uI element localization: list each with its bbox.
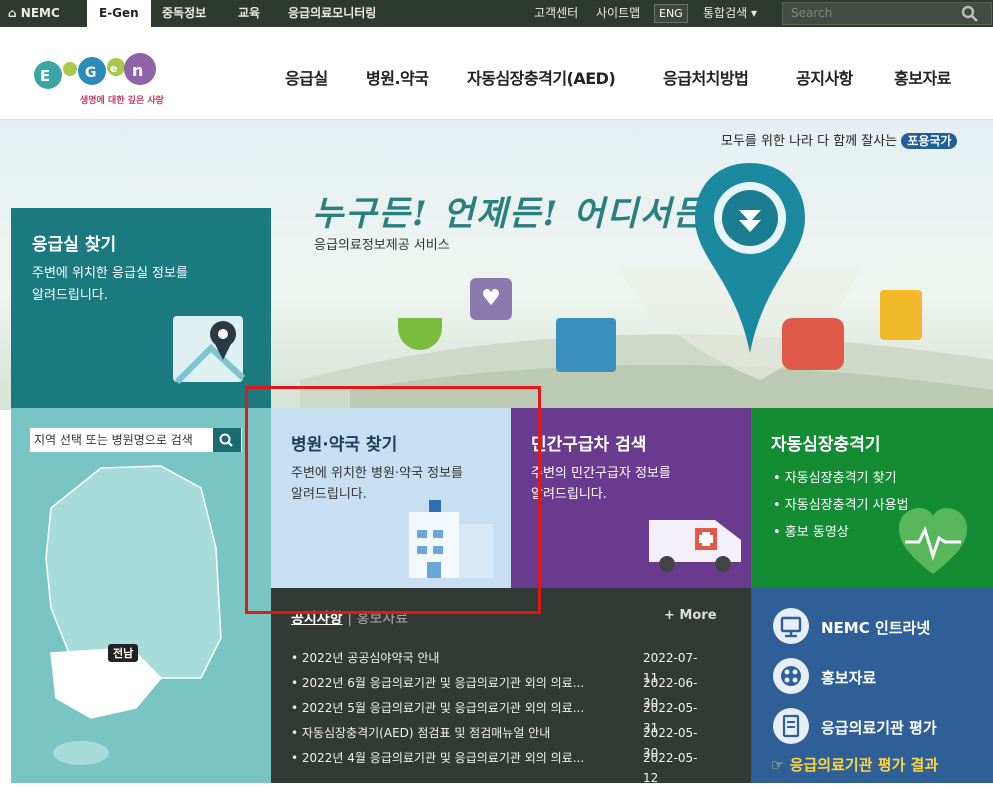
notice-title: • 2022년 6월 응급의료기관 및 응급의료기관 외의 의료... bbox=[291, 676, 585, 690]
region-map-panel: 지역 선택 또는 병원명으로 검색 전남 bbox=[11, 408, 271, 783]
svg-text:e: e bbox=[110, 62, 117, 75]
search-placeholder: Search bbox=[791, 6, 833, 20]
svg-text:n: n bbox=[132, 61, 143, 80]
ambulance-title: 민간구급차 검색 bbox=[531, 435, 647, 455]
notice-date: 2022-05-12 bbox=[643, 751, 698, 785]
nav-aed[interactable]: 자동심장충격기(AED) bbox=[467, 65, 616, 89]
svg-text:E: E bbox=[40, 67, 50, 85]
site-logo[interactable]: E G e n 생명에 대한 깊은 사랑 bbox=[30, 41, 170, 111]
ambulance-desc-line2: 알려드립니다. bbox=[531, 487, 607, 502]
hero-headline: 누구든! 언제든! 어디서든! bbox=[312, 194, 724, 234]
ambulance-desc-line1: 주변의 민간구급자 정보를 bbox=[531, 466, 671, 481]
notice-title: • 2022년 5월 응급의료기관 및 응급의료기관 외의 의료... bbox=[291, 701, 585, 715]
notice-row[interactable]: • 2022년 4월 응급의료기관 및 응급의료기관 외의 의료... 2022-… bbox=[291, 748, 711, 785]
chevron-down-icon: ▾ bbox=[751, 6, 758, 20]
english-link[interactable]: ENG bbox=[654, 4, 688, 23]
er-desc-line2: 알려드립니다. bbox=[32, 288, 108, 303]
clinic-icon bbox=[880, 290, 922, 340]
aed-howto-link[interactable]: • 자동심장충격기 사용법 bbox=[773, 492, 909, 519]
nemc-label: NEMC bbox=[20, 6, 60, 20]
aed-title: 자동심장충격기 bbox=[771, 435, 881, 455]
notice-title: • 2022년 공공심야약국 안내 bbox=[291, 651, 440, 665]
svg-text:G: G bbox=[85, 65, 97, 81]
top-search-input[interactable]: Search bbox=[782, 2, 992, 25]
er-evaluation-link[interactable]: 응급의료기관 평가 bbox=[821, 717, 937, 738]
notice-row[interactable]: • 자동심장충격기(AED) 점검표 및 점검매뉴얼 안내 2022-05-30 bbox=[291, 723, 711, 760]
search-type-label: 통합검색 bbox=[703, 6, 748, 20]
notice-title: • 2022년 4월 응급의료기관 및 응급의료기관 외의 의료... bbox=[291, 751, 585, 765]
monitor-icon bbox=[773, 608, 809, 644]
highlight-box bbox=[245, 386, 541, 614]
nav-hospital-pharmacy[interactable]: 병원.약국 bbox=[366, 65, 429, 89]
ambulance-icon bbox=[649, 520, 741, 572]
slogan-text: 모두를 위한 나라 다 함께 잘사는 bbox=[721, 134, 898, 149]
top-utility-bar: ⌂ NEMC E-Gen 중독정보 교육 응급의료모니터링 고객센터 사이트맵 … bbox=[0, 0, 993, 27]
help-center-link[interactable]: 고객센터 bbox=[534, 0, 578, 27]
heart-pulse-icon bbox=[899, 508, 967, 574]
map-location-icon bbox=[173, 316, 246, 385]
aed-panel: 자동심장충격기 • 자동심장충격기 찾기 • 자동심장충격기 사용법 • 홍보 … bbox=[751, 408, 993, 588]
slogan-badge: 포용국가 bbox=[901, 133, 958, 149]
home-icon: ⌂ bbox=[8, 6, 17, 20]
search-type-select[interactable]: 통합검색 ▾ bbox=[703, 0, 757, 27]
er-finder-panel[interactable]: 응급실 찾기 주변에 위치한 응급실 정보를알려드립니다. bbox=[11, 208, 271, 408]
region-label-jeonnam[interactable]: 전남 bbox=[108, 644, 139, 662]
notice-row[interactable]: • 2022년 6월 응급의료기관 및 응급의료기관 외의 의료... 2022-… bbox=[291, 673, 711, 710]
tab-poison-info[interactable]: 중독정보 bbox=[162, 0, 206, 27]
ambulance-icon bbox=[782, 318, 844, 370]
logo-mark: E G e n bbox=[34, 53, 156, 89]
site-header: E G e n 생명에 대한 깊은 사랑 응급실 병원.약국 자동심장충격기(A… bbox=[0, 27, 993, 120]
tab-egen[interactable]: E-Gen bbox=[87, 0, 151, 27]
er-desc: 주변에 위치한 응급실 정보를알려드립니다. bbox=[32, 263, 188, 307]
nav-er[interactable]: 응급실 bbox=[285, 65, 328, 89]
home-nemc-link[interactable]: ⌂ NEMC bbox=[0, 0, 70, 27]
nav-notice[interactable]: 공지사항 bbox=[796, 65, 853, 89]
aed-video-link[interactable]: • 홍보 동영상 bbox=[773, 519, 909, 546]
notice-title: • 자동심장충격기(AED) 점검표 및 점검매뉴얼 안내 bbox=[291, 726, 551, 740]
er-evaluation-result-link[interactable]: ☞ 응급의료기관 평가 결과 bbox=[771, 754, 938, 775]
quick-links-panel: NEMC 인트라넷 홍보자료 응급의료기관 평가 ☞ 응급의료기관 평가 결과 bbox=[751, 588, 993, 783]
hospital-building-icon bbox=[556, 318, 616, 372]
ambulance-desc: 주변의 민간구급자 정보를알려드립니다. bbox=[531, 463, 671, 505]
notice-row[interactable]: • 2022년 공공심야약국 안내 2022-07-11 bbox=[291, 648, 711, 685]
er-title: 응급실 찾기 bbox=[32, 235, 117, 255]
notice-panel: 공지사항 | 홍보자료 + More • 2022년 공공심야약국 안내 2022… bbox=[271, 588, 751, 785]
notice-more-link[interactable]: + More bbox=[664, 608, 717, 623]
search-icon[interactable] bbox=[961, 5, 979, 23]
tab-monitoring[interactable]: 응급의료모니터링 bbox=[288, 0, 376, 27]
aed-link-list: • 자동심장충격기 찾기 • 자동심장충격기 사용법 • 홍보 동영상 bbox=[773, 465, 909, 546]
film-reel-icon bbox=[773, 658, 809, 694]
notice-row[interactable]: • 2022년 5월 응급의료기관 및 응급의료기관 외의 의료... 2022-… bbox=[291, 698, 711, 735]
slogan: 모두를 위한 나라 다 함께 잘사는 포용국가 bbox=[721, 130, 958, 149]
tab-education[interactable]: 교육 bbox=[238, 0, 260, 27]
clipboard-check-icon bbox=[773, 708, 809, 744]
nav-first-aid[interactable]: 응급처치방법 bbox=[663, 65, 749, 89]
private-ambulance-search-panel[interactable]: 민간구급차 검색 주변의 민간구급자 정보를알려드립니다. bbox=[511, 408, 751, 588]
sitemap-link[interactable]: 사이트맵 bbox=[596, 0, 640, 27]
nav-pr[interactable]: 홍보자료 bbox=[894, 65, 951, 89]
korea-region-map[interactable] bbox=[11, 408, 271, 783]
pr-materials-link[interactable]: 홍보자료 bbox=[821, 667, 876, 688]
hero-subtitle: 응급의료정보제공 서비스 bbox=[314, 238, 450, 253]
logo-tagline: 생명에 대한 깊은 사랑 bbox=[80, 96, 164, 106]
er-desc-line1: 주변에 위치한 응급실 정보를 bbox=[32, 266, 188, 281]
aed-find-link[interactable]: • 자동심장충격기 찾기 bbox=[773, 465, 909, 492]
nemc-intranet-link[interactable]: NEMC 인트라넷 bbox=[821, 617, 930, 638]
heart-card-icon: ♥ bbox=[470, 278, 512, 320]
